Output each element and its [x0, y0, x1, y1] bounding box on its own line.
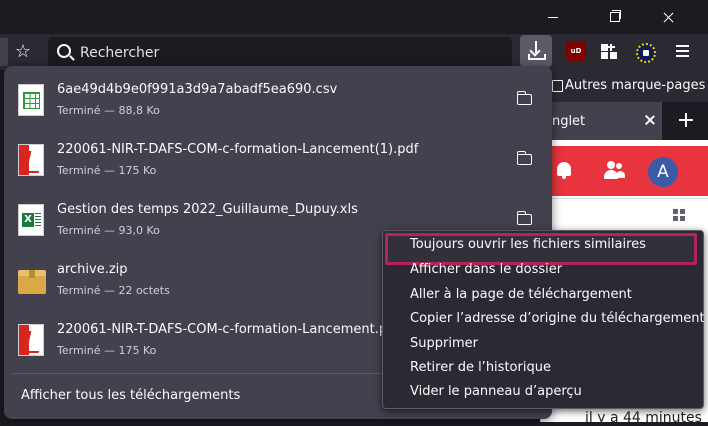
timestamp-text: il y a 44 minutes	[585, 410, 702, 426]
close-tab-icon[interactable]	[642, 112, 658, 128]
other-bookmarks-label[interactable]: Autres marque-pages	[565, 78, 705, 93]
pdf-file-icon	[18, 144, 44, 176]
download-item[interactable]: 220061-NIR-T-DAFS-COM-c-formation-Lancem…	[12, 132, 544, 190]
download-status: Terminé — 93,0 Ko	[57, 224, 160, 237]
bookmarks-toolbar: Autres marque-pages	[540, 70, 708, 102]
bookmark-star-icon[interactable]: ☆	[10, 38, 36, 66]
search-icon	[57, 44, 71, 58]
download-file-name: 220061-NIR-T-DAFS-COM-c-formation-Lancem…	[57, 322, 400, 337]
context-menu: Toujours ouvrir les fichiers similaires …	[382, 230, 705, 409]
new-tab-icon[interactable]	[678, 112, 694, 128]
search-input[interactable]	[78, 42, 502, 64]
folder-icon[interactable]	[516, 90, 534, 106]
menu-item-go-to-download-page[interactable]: Aller à la page de téléchargement	[410, 287, 632, 302]
download-arrow-icon	[535, 41, 537, 53]
download-file-name: 6ae49d4b9e0f991a3d9a7abadf5ea690.csv	[57, 82, 338, 97]
download-item[interactable]: 6ae49d4b9e0f991a3d9a7abadf5ea690.csv Ter…	[12, 72, 544, 130]
menu-item-delete[interactable]: Supprimer	[410, 336, 478, 351]
grid-view-icon[interactable]	[673, 209, 687, 223]
ublock-origin-icon[interactable]: uD	[566, 41, 586, 61]
site-header: A	[541, 146, 708, 196]
avatar[interactable]: A	[648, 157, 678, 187]
download-status: Terminé — 175 Ko	[57, 164, 157, 177]
download-tray-icon	[528, 54, 546, 60]
menu-item-show-in-folder[interactable]: Afficher dans le dossier	[410, 262, 562, 277]
divider	[541, 198, 708, 199]
privacy-badger-icon[interactable]	[636, 43, 656, 63]
spreadsheet-file-icon	[18, 84, 44, 116]
bookmark-folder-icon	[552, 80, 563, 92]
pdf-file-icon	[18, 324, 44, 356]
menu-item-clear-preview-panel[interactable]: Vider le panneau d’aperçu	[410, 384, 582, 399]
excel-file-icon: X	[18, 204, 44, 236]
download-file-name: Gestion des temps 2022_Guillaume_Dupuy.x…	[57, 202, 358, 217]
folder-icon[interactable]	[516, 210, 534, 226]
minimize-button[interactable]	[538, 0, 584, 34]
hamburger-menu-icon[interactable]	[672, 41, 692, 61]
notification-bell-icon[interactable]	[557, 162, 571, 179]
nav-toolbar: ☆ uD	[0, 34, 708, 70]
download-status: Terminé — 175 Ko	[57, 344, 157, 357]
extensions-icon[interactable]	[600, 41, 620, 61]
download-file-name: archive.zip	[57, 262, 128, 277]
folder-icon[interactable]	[516, 150, 534, 166]
download-status: Terminé — 88,8 Ko	[57, 104, 160, 117]
archive-file-icon	[18, 264, 46, 296]
maximize-button[interactable]	[592, 0, 638, 34]
tab-active[interactable]: onglet	[540, 102, 662, 140]
users-icon[interactable]	[603, 160, 625, 182]
downloads-button[interactable]	[520, 35, 552, 67]
url-bar[interactable]	[48, 37, 512, 67]
menu-item-remove-from-history[interactable]: Retirer de l’historique	[410, 360, 551, 375]
download-file-name: 220061-NIR-T-DAFS-COM-c-formation-Lancem…	[57, 142, 419, 157]
toolbar-button-partial[interactable]	[0, 38, 8, 66]
tab-strip: onglet	[540, 102, 708, 140]
title-bar	[0, 0, 708, 34]
menu-item-always-open-similar[interactable]: Toujours ouvrir les fichiers similaires	[410, 237, 646, 252]
download-status: Terminé — 22 octets	[57, 284, 170, 297]
show-all-downloads-button[interactable]: Afficher tous les téléchargements	[21, 388, 240, 403]
menu-item-copy-origin-url[interactable]: Copier l’adresse d’origine du télécharge…	[410, 311, 705, 326]
close-window-button[interactable]	[646, 0, 692, 34]
